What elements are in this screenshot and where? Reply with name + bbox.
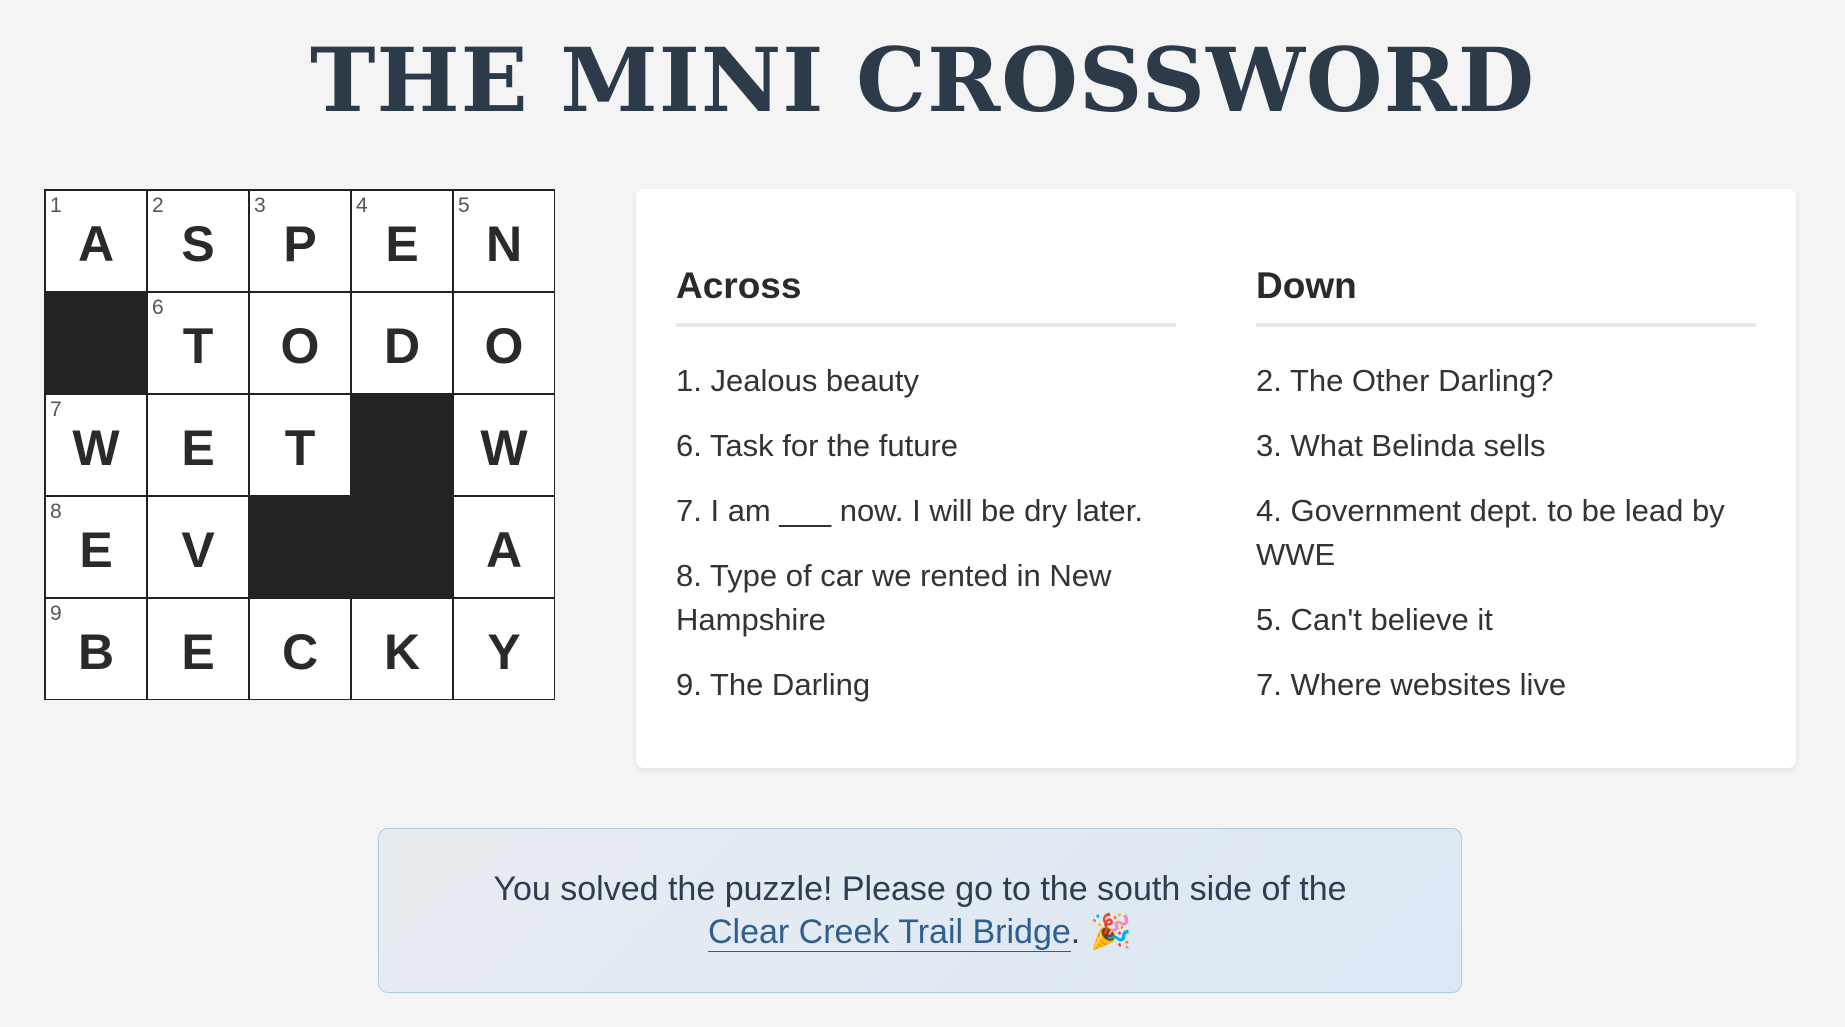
cell-letter: N [485, 216, 523, 272]
grid-cell[interactable]: 4E [351, 190, 453, 292]
cell-letter: E [79, 522, 113, 578]
clues-panel: Across 1. Jealous beauty 6. Task for the … [636, 189, 1796, 768]
cell-letter: Y [487, 624, 521, 680]
grid-cell[interactable]: E [147, 394, 249, 496]
across-clue[interactable]: 7. I am ___ now. I will be dry later. [676, 489, 1176, 533]
grid-cell[interactable]: O [453, 292, 555, 394]
grid-cell[interactable]: E [147, 598, 249, 700]
across-heading: Across [676, 265, 1176, 327]
cell-letter: E [181, 624, 215, 680]
grid-cell[interactable]: K [351, 598, 453, 700]
crossword-grid: 1A2S3P4E5N6TODO7WETW8EVA9BECKY [44, 189, 555, 700]
cell-letter: A [485, 522, 523, 578]
clue-number: 1 [50, 194, 62, 217]
cell-letter: S [181, 216, 215, 272]
clue-number: 9 [50, 602, 62, 625]
down-clue[interactable]: 5. Can't believe it [1256, 598, 1756, 642]
solved-text: You solved the puzzle! Please go to the … [493, 869, 1347, 908]
black-cell [249, 496, 351, 598]
cell-letter: E [181, 420, 215, 476]
location-link[interactable]: Clear Creek Trail Bridge [707, 912, 1071, 952]
black-cell [351, 394, 453, 496]
black-cell [45, 292, 147, 394]
grid-cell[interactable]: 2S [147, 190, 249, 292]
black-cell [351, 496, 453, 598]
cell-letter: K [383, 624, 421, 680]
cell-letter: A [77, 216, 115, 272]
clue-number: 2 [152, 194, 164, 217]
cell-letter: D [383, 318, 421, 374]
clue-number: 3 [254, 194, 266, 217]
clue-number: 6 [152, 296, 164, 319]
down-clue-list: 2. The Other Darling? 3. What Belinda sel… [1256, 359, 1756, 728]
cell-letter: V [181, 522, 215, 578]
cell-letter: O [280, 318, 320, 374]
clue-number: 5 [458, 194, 470, 217]
clue-number: 4 [356, 194, 368, 217]
grid-cell[interactable]: 1A [45, 190, 147, 292]
across-clue[interactable]: 9. The Darling [676, 663, 1176, 707]
down-heading: Down [1256, 265, 1756, 327]
grid-cell[interactable]: O [249, 292, 351, 394]
grid-cell[interactable]: D [351, 292, 453, 394]
grid-cell[interactable]: Y [453, 598, 555, 700]
grid-cell[interactable]: W [453, 394, 555, 496]
page-title: THE MINI CROSSWORD [309, 28, 1536, 132]
solved-banner: You solved the puzzle! Please go to the … [378, 828, 1462, 993]
grid-cell[interactable]: 3P [249, 190, 351, 292]
grid-cell[interactable]: C [249, 598, 351, 700]
grid-cell[interactable]: A [453, 496, 555, 598]
grid-cell[interactable]: 8E [45, 496, 147, 598]
across-clue[interactable]: 8. Type of car we rented in New Hampshir… [676, 554, 1176, 642]
cell-letter: P [283, 216, 317, 272]
cell-letter: T [182, 318, 214, 374]
solved-text-end: . 🎉 [1070, 912, 1133, 951]
down-clue[interactable]: 2. The Other Darling? [1256, 359, 1756, 403]
cell-letter: T [284, 420, 316, 476]
across-clue[interactable]: 6. Task for the future [676, 424, 1176, 468]
grid-cell[interactable]: V [147, 496, 249, 598]
down-clue[interactable]: 7. Where websites live [1256, 663, 1756, 707]
grid-cell[interactable]: T [249, 394, 351, 496]
down-clue[interactable]: 4. Government dept. to be lead by WWE [1256, 489, 1756, 577]
cell-letter: E [385, 216, 419, 272]
cell-letter: W [480, 420, 528, 476]
grid-cell[interactable]: 6T [147, 292, 249, 394]
clue-number: 8 [50, 500, 62, 523]
grid-cell[interactable]: 9B [45, 598, 147, 700]
grid-cell[interactable]: 7W [45, 394, 147, 496]
grid-cell[interactable]: 5N [453, 190, 555, 292]
cell-letter: O [484, 318, 524, 374]
across-clue[interactable]: 1. Jealous beauty [676, 359, 1176, 403]
clue-number: 7 [50, 398, 62, 421]
down-clue[interactable]: 3. What Belinda sells [1256, 424, 1756, 468]
across-clue-list: 1. Jealous beauty 6. Task for the future 7… [676, 359, 1176, 728]
cell-letter: C [281, 624, 319, 680]
cell-letter: B [77, 624, 115, 680]
cell-letter: W [72, 420, 120, 476]
solved-message: You solved the puzzle! Please go to the … [490, 868, 1350, 954]
